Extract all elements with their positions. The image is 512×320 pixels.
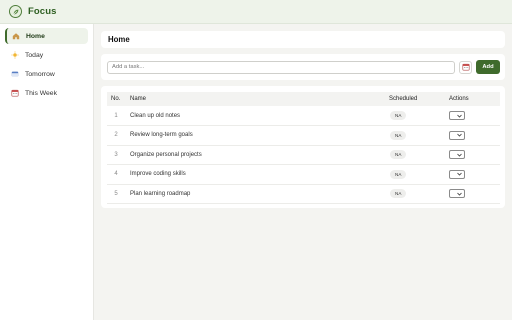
chevron-down-icon: [457, 114, 462, 118]
column-header-actions: Actions: [449, 96, 469, 102]
table-row: 5 Plan learning roadmap NA: [107, 184, 500, 204]
add-task-bar: Add: [101, 54, 505, 80]
actions-dropdown[interactable]: [449, 130, 465, 140]
task-input[interactable]: [107, 60, 455, 74]
scheduled-cell: NA: [389, 106, 449, 126]
column-header-name: Name: [130, 96, 147, 102]
task-name: Organize personal projects: [125, 145, 389, 165]
scheduled-cell: NA: [389, 125, 449, 146]
chevron-down-icon: [457, 172, 462, 176]
sidebar-item-this-week[interactable]: This Week: [5, 85, 88, 101]
table-row: 4 Improve coding skills NA: [107, 164, 500, 185]
scheduled-cell: NA: [389, 164, 449, 185]
add-task-button[interactable]: Add: [476, 60, 500, 74]
actions-dropdown[interactable]: [449, 150, 465, 160]
home-icon: [11, 32, 20, 41]
actions-dropdown[interactable]: [449, 169, 465, 179]
date-picker-button[interactable]: [459, 60, 472, 74]
sidebar-item-tomorrow[interactable]: Tomorrow: [5, 66, 88, 82]
chevron-down-icon: [457, 153, 462, 157]
task-name: Review long-term goals: [125, 125, 389, 146]
page-title: Home: [108, 35, 130, 44]
scheduled-cell: NA: [389, 184, 449, 204]
sidebar-item-label: Home: [26, 32, 45, 40]
actions-dropdown[interactable]: [449, 111, 465, 120]
leaf-globe-icon: [9, 5, 22, 18]
task-name: Plan learning roadmap: [125, 184, 389, 204]
row-number: 4: [107, 164, 125, 185]
status-badge: NA: [390, 169, 407, 179]
task-name: Improve coding skills: [125, 164, 389, 185]
calendar-icon: [10, 89, 19, 98]
status-badge: NA: [390, 111, 407, 120]
actions-cell: [449, 106, 500, 126]
main-content: Home Add No. Name Scheduled Actions 1 Cl…: [101, 31, 505, 208]
chevron-down-icon: [457, 192, 462, 196]
table-header-row: No. Name Scheduled Actions: [107, 92, 500, 106]
row-number: 2: [107, 125, 125, 146]
table-row: 3 Organize personal projects NA: [107, 145, 500, 165]
sidebar: Home Today Tomorrow This Week: [0, 24, 94, 320]
task-table: No. Name Scheduled Actions 1 Clean up ol…: [107, 92, 500, 204]
actions-dropdown[interactable]: [449, 189, 465, 199]
chevron-down-icon: [457, 133, 462, 137]
scheduled-cell: NA: [389, 145, 449, 165]
column-header-no: No.: [111, 96, 121, 102]
sidebar-item-home[interactable]: Home: [5, 28, 88, 44]
sidebar-item-label: Tomorrow: [25, 70, 55, 78]
actions-cell: [449, 184, 500, 204]
actions-cell: [449, 125, 500, 146]
row-number: 1: [107, 106, 125, 126]
top-bar: Focus: [0, 0, 512, 24]
table-row: 2 Review long-term goals NA: [107, 125, 500, 146]
sidebar-item-label: This Week: [25, 89, 57, 97]
row-number: 3: [107, 145, 125, 165]
calendar-icon: [461, 63, 470, 71]
calendar-strip-icon: [10, 70, 19, 79]
status-badge: NA: [390, 150, 407, 160]
task-table-card: No. Name Scheduled Actions 1 Clean up ol…: [101, 86, 505, 208]
task-name: Clean up old notes: [125, 106, 389, 126]
sidebar-item-label: Today: [25, 51, 44, 59]
actions-cell: [449, 145, 500, 165]
table-row: 1 Clean up old notes NA: [107, 106, 500, 126]
app-title: Focus: [28, 6, 57, 17]
sidebar-item-today[interactable]: Today: [5, 47, 88, 63]
status-badge: NA: [390, 189, 407, 199]
column-header-scheduled: Scheduled: [389, 96, 418, 102]
sun-icon: [10, 51, 19, 60]
actions-cell: [449, 164, 500, 185]
page-header: Home: [101, 31, 505, 48]
row-number: 5: [107, 184, 125, 204]
status-badge: NA: [390, 130, 407, 140]
